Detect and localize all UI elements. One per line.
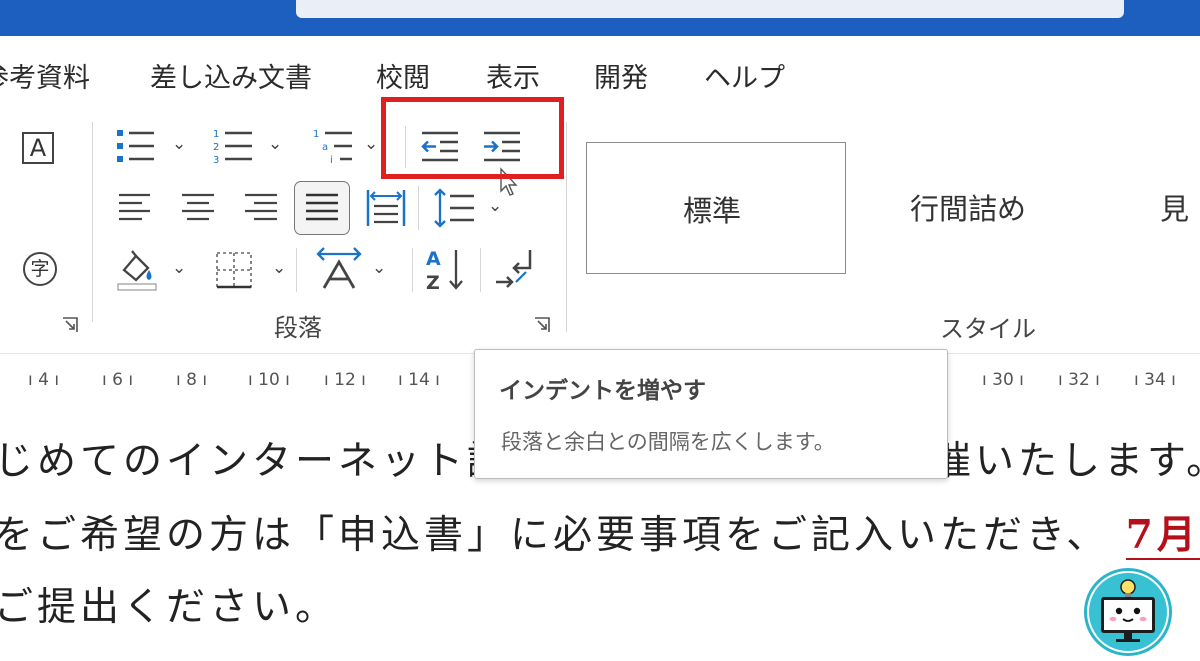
phonetic-guide-icon[interactable]: 字 xyxy=(23,252,57,286)
tab-developer[interactable]: 開発 xyxy=(594,56,648,95)
tab-view[interactable]: 表示 xyxy=(486,56,540,95)
ruler-tick: ı 12 ı xyxy=(324,370,366,390)
title-search-box[interactable] xyxy=(296,0,1124,18)
title-bar xyxy=(0,0,1200,36)
tooltip-title: インデントを増やす xyxy=(499,378,706,404)
multilevel-list-dropdown-chevron-icon[interactable]: ⌄ xyxy=(364,134,378,154)
document-line-1-end: 催いたします。 xyxy=(932,439,1200,484)
line-spacing-icon[interactable] xyxy=(432,188,476,228)
multilevel-list-icon[interactable]: 1ai xyxy=(312,126,358,168)
text-box-icon[interactable]: A xyxy=(22,132,54,164)
shading-dropdown-chevron-icon[interactable]: ⌄ xyxy=(172,258,186,278)
document-line-3: ご提出ください。 xyxy=(0,585,339,630)
ruler-tick: ı 34 ı xyxy=(1134,370,1176,390)
numbering-dropdown-chevron-icon[interactable]: ⌄ xyxy=(268,134,282,154)
svg-text:Z: Z xyxy=(426,272,440,294)
borders-dropdown-chevron-icon[interactable]: ⌄ xyxy=(272,258,286,278)
group-separator xyxy=(480,248,481,292)
align-right-icon[interactable] xyxy=(244,192,278,224)
ruler-tick: ı 30 ı xyxy=(982,370,1024,390)
indent-highlight-frame xyxy=(381,97,564,179)
justify-icon xyxy=(306,193,338,221)
numbering-icon[interactable]: 1 2 3 xyxy=(212,126,256,166)
ruler-tick: ı 8 ı xyxy=(176,370,208,390)
shading-icon[interactable] xyxy=(116,248,158,292)
paragraph-dialog-launcher-icon[interactable] xyxy=(534,317,550,333)
style-heading-button[interactable]: 見 xyxy=(1160,186,1189,228)
ruler-tick: ı 10 ı xyxy=(248,370,290,390)
justify-button[interactable] xyxy=(294,181,350,235)
text-direction-dropdown-chevron-icon[interactable]: ⌄ xyxy=(372,258,386,278)
svg-text:1: 1 xyxy=(313,129,319,140)
ribbon-tab-bar: 参考資料 差し込み文書 校閲 表示 開発 ヘルプ xyxy=(0,36,1200,112)
align-left-icon[interactable] xyxy=(118,192,152,224)
group-separator xyxy=(566,122,567,332)
group-separator xyxy=(412,248,413,292)
styles-group-label: スタイル xyxy=(940,315,1036,343)
svg-text:A: A xyxy=(426,248,441,270)
svg-text:3: 3 xyxy=(213,155,219,166)
ruler-tick: ı 6 ı xyxy=(102,370,134,390)
ruler-tick: ı 14 ı xyxy=(398,370,440,390)
align-center-icon[interactable] xyxy=(181,192,215,224)
style-no-spacing-button[interactable]: 行間詰め xyxy=(910,186,1026,228)
deadline-date: 7月 1 xyxy=(1125,512,1200,560)
document-line-2-text: をご希望の方は「申込書」に必要事項をご記入いただき、 xyxy=(0,513,1110,558)
svg-text:2: 2 xyxy=(213,142,219,153)
ruler-tick: ı 4 ı xyxy=(28,370,60,390)
show-formatting-marks-icon[interactable] xyxy=(492,246,536,290)
phonetic-guide-char: 字 xyxy=(30,258,50,280)
paragraph-group-label: 段落 xyxy=(274,314,322,342)
bullets-icon[interactable] xyxy=(116,128,158,166)
ruler-tick: ı 32 ı xyxy=(1058,370,1100,390)
svg-text:a: a xyxy=(322,142,328,153)
tab-mailings[interactable]: 差し込み文書 xyxy=(150,56,312,95)
document-line-2: をご希望の方は「申込書」に必要事項をご記入いただき、 7月 1 xyxy=(0,504,1200,560)
svg-text:i: i xyxy=(330,155,333,166)
text-box-letter: A xyxy=(29,134,47,162)
document-line-1-start: じめてのインターネット講 xyxy=(0,439,511,484)
group-separator xyxy=(418,186,419,230)
style-normal-button[interactable]: 標準 xyxy=(586,142,846,274)
mascot-logo-icon xyxy=(1084,568,1172,656)
tooltip-description: 段落と余白との間隔を広くします。 xyxy=(501,430,835,454)
tab-references[interactable]: 参考資料 xyxy=(0,56,90,95)
bullets-dropdown-chevron-icon[interactable]: ⌄ xyxy=(172,134,186,154)
style-normal-label: 標準 xyxy=(683,194,742,228)
svg-text:1: 1 xyxy=(213,129,219,140)
group-separator xyxy=(296,248,297,292)
sort-icon[interactable]: A Z xyxy=(424,246,466,294)
line-spacing-dropdown-chevron-icon[interactable]: ⌄ xyxy=(488,196,502,216)
borders-icon[interactable] xyxy=(214,250,254,290)
group-separator xyxy=(92,122,93,322)
tab-help[interactable]: ヘルプ xyxy=(704,56,785,95)
font-dialog-launcher-icon[interactable] xyxy=(62,317,78,333)
distributed-icon[interactable] xyxy=(366,188,406,228)
text-direction-icon[interactable] xyxy=(314,244,364,292)
tab-review[interactable]: 校閲 xyxy=(376,56,430,95)
increase-indent-tooltip: インデントを増やす 段落と余白との間隔を広くします。 xyxy=(474,349,948,479)
